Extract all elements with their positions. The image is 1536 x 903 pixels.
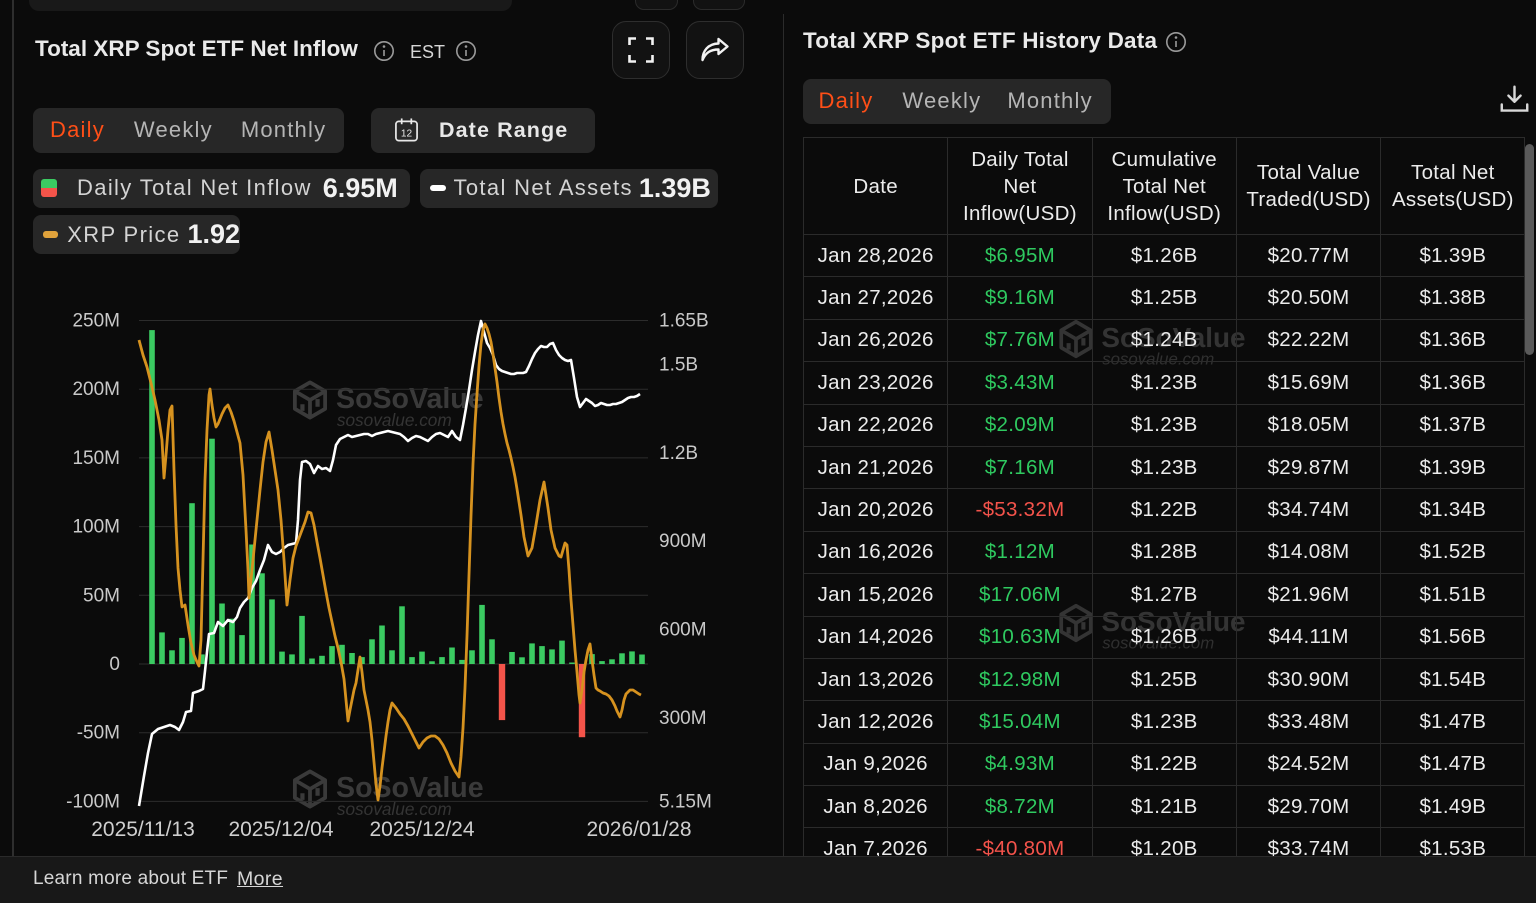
svg-text:sosovalue.com: sosovalue.com [337, 410, 452, 430]
svg-text:-100M: -100M [66, 791, 120, 812]
svg-text:SoSoValue: SoSoValue [336, 383, 484, 415]
svg-text:900M: 900M [659, 531, 707, 552]
svg-text:100M: 100M [72, 517, 120, 538]
svg-text:1.2B: 1.2B [659, 443, 698, 464]
svg-text:EST: EST [410, 42, 445, 62]
svg-text:200M: 200M [72, 379, 120, 400]
svg-text:600M: 600M [659, 620, 707, 641]
svg-text:12: 12 [401, 129, 413, 140]
svg-text:250M: 250M [72, 311, 120, 332]
svg-text:1.65B: 1.65B [659, 311, 709, 332]
svg-text:2026/01/28: 2026/01/28 [586, 818, 691, 841]
svg-text:sosovalue.com: sosovalue.com [337, 799, 452, 819]
svg-text:2025/12/04: 2025/12/04 [228, 818, 333, 841]
svg-text:2025/12/24: 2025/12/24 [369, 818, 474, 841]
svg-text:50M: 50M [83, 585, 120, 606]
svg-text:SoSoValue: SoSoValue [336, 772, 484, 804]
svg-text:2025/11/13: 2025/11/13 [91, 818, 195, 841]
svg-text:150M: 150M [72, 448, 120, 469]
svg-text:-50M: -50M [77, 723, 120, 744]
svg-text:300M: 300M [659, 708, 707, 729]
svg-text:1.5B: 1.5B [659, 355, 698, 376]
svg-text:5.15M: 5.15M [659, 791, 712, 812]
svg-text:0: 0 [109, 654, 120, 675]
